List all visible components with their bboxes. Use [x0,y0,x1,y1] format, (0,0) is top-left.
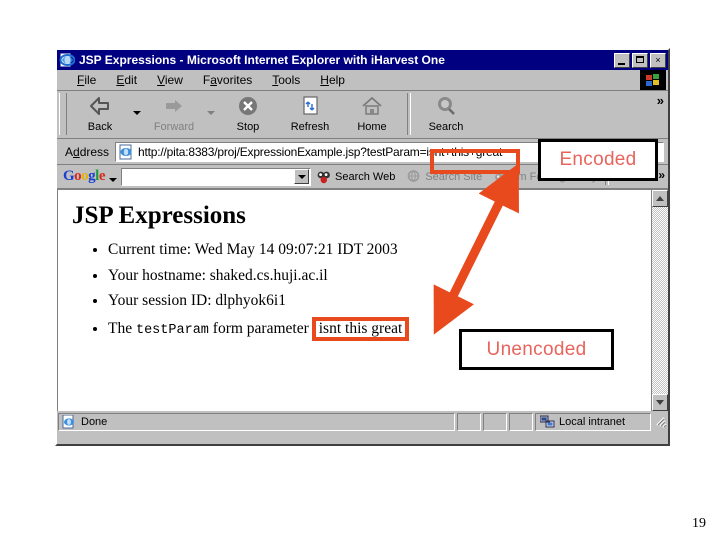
unencoded-callout: Unencoded [459,329,614,370]
search-icon [433,94,459,120]
menu-item-edit[interactable]: Edit [106,71,147,89]
home-icon [359,94,385,120]
forward-button-label: Forward [153,121,195,133]
back-button-label: Back [87,121,113,133]
stop-button[interactable]: Stop [217,91,279,133]
home-button[interactable]: Home [341,91,403,133]
scrollbar-track[interactable] [652,207,668,394]
home-button-label: Home [357,121,387,133]
resize-grip[interactable] [653,414,667,430]
search-button-label: Search [428,121,464,133]
param-code: testParam [135,322,209,338]
window-controls: × [614,52,666,68]
security-zone-panel[interactable]: Local intranet [535,413,651,431]
status-panel-2 [483,413,507,431]
encoded-callout: Encoded [538,139,658,181]
list-item: Your session ID: dlphyok6i1 [108,291,651,311]
menu-item-view[interactable]: View [147,71,193,89]
page-content: JSP Expressions Current time: Wed May 14… [58,190,651,411]
status-panel-3 [509,413,533,431]
menu-item-help[interactable]: Help [310,71,355,89]
list-item: Your hostname: shaked.cs.huji.ac.il [108,266,651,286]
scroll-up-button[interactable] [652,190,668,207]
google-web-icon [317,170,332,184]
refresh-icon [297,94,323,120]
browser-toolbar: Back Forward Stop Refresh Home Search » [57,91,668,139]
browser-window: JSP Expressions - Microsoft Internet Exp… [55,48,670,446]
menu-item-file[interactable]: File [67,71,106,89]
google-site-icon [407,169,422,184]
forward-dropdown[interactable] [205,91,217,115]
google-search-web-label: Search Web [335,170,396,183]
encoded-callout-label: Encoded [559,149,637,170]
page-icon [118,144,134,160]
refresh-button-label: Refresh [290,121,330,133]
title-bar: JSP Expressions - Microsoft Internet Exp… [57,50,668,70]
maximize-button[interactable] [632,52,648,68]
vertical-scrollbar[interactable] [651,190,668,411]
minimize-button[interactable] [614,52,630,68]
back-button[interactable]: Back [69,91,131,133]
status-message-panel: Done [58,413,455,431]
google-logo: Google [63,168,106,184]
google-menu-caret-icon[interactable] [109,177,118,182]
security-zone-label: Local intranet [559,416,626,428]
encoded-url-highlight [430,149,520,174]
forward-button[interactable]: Forward [143,91,205,133]
menu-bar: File Edit View Favorites Tools Help [57,70,668,91]
window-title: JSP Expressions - Microsoft Internet Exp… [79,53,445,67]
slide-number: 19 [692,516,706,531]
address-label: Address [65,144,110,159]
ie-document-icon [59,52,76,68]
google-search-input[interactable] [121,167,312,186]
google-history-dropdown[interactable] [294,169,310,184]
network-zone-icon [539,415,555,429]
scroll-down-button[interactable] [652,394,668,411]
google-overflow-chevron[interactable]: » [658,168,665,182]
back-arrow-icon [87,94,113,120]
status-message: Done [81,416,108,428]
menu-items: File Edit View Favorites Tools Help [57,71,640,89]
toolbar-grip[interactable] [59,93,67,135]
refresh-button[interactable]: Refresh [279,91,341,133]
close-button[interactable]: × [650,52,666,68]
search-button[interactable]: Search [415,91,477,133]
stop-button-label: Stop [236,121,260,133]
unencoded-callout-label: Unencoded [486,338,587,360]
status-panel-1 [457,413,481,431]
menu-item-favorites[interactable]: Favorites [193,71,262,89]
menu-item-tools[interactable]: Tools [262,71,310,89]
windows-flag-icon [640,70,666,90]
list-item: Current time: Wed May 14 09:07:21 IDT 20… [108,240,651,260]
param-prefix: The [108,319,136,337]
toolbar-separator [407,93,411,135]
status-bar: Done Local intranet [57,411,668,433]
page-viewport: JSP Expressions Current time: Wed May 14… [57,189,668,411]
google-search-web-button[interactable]: Search Web [311,170,401,184]
stop-icon [235,94,261,120]
page-title: JSP Expressions [72,202,246,229]
toolbar-overflow-chevron[interactable]: » [657,93,664,108]
ie-document-icon [62,414,77,429]
page-bullet-list: Current time: Wed May 14 09:07:21 IDT 20… [72,240,651,341]
forward-arrow-icon [161,94,187,120]
param-value-highlight: isnt this great [311,316,410,341]
param-suffix: form parameter [208,319,309,337]
back-dropdown[interactable] [131,91,143,115]
